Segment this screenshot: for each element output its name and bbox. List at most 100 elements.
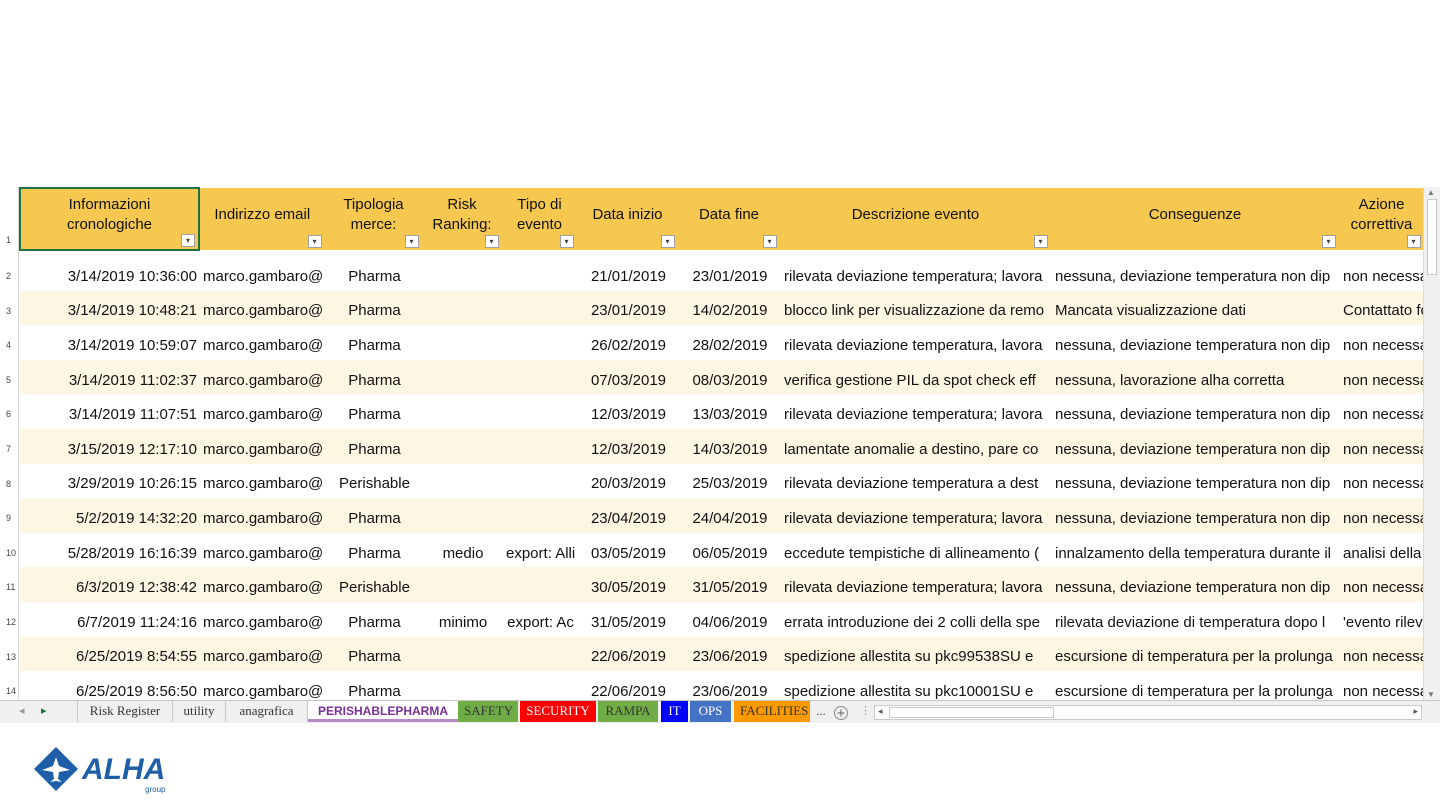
filter-dropdown-icon[interactable]: ▾ <box>181 234 195 247</box>
tab-security[interactable]: SECURITY <box>520 701 596 722</box>
cell-data-inizio[interactable]: 20/03/2019 <box>577 464 678 499</box>
header-cell-cronologiche[interactable]: Informazioni cronologiche ▾ <box>19 187 200 251</box>
cell-descrizione[interactable]: rilevata deviazione temperatura; lavora <box>780 394 1051 429</box>
cell-risk[interactable] <box>422 567 502 602</box>
scroll-right-icon[interactable]: ▸ <box>1413 706 1418 717</box>
cell-tipo-evento[interactable] <box>502 256 577 291</box>
row-number[interactable]: 5 <box>0 375 19 385</box>
cell-conseguenze[interactable]: innalzamento della temperatura durante i… <box>1051 533 1339 568</box>
cell-conseguenze[interactable]: Mancata visualizzazione dati <box>1051 290 1339 326</box>
cell-azione[interactable]: analisi della <box>1339 533 1424 568</box>
filter-dropdown-icon[interactable]: ▾ <box>660 235 675 248</box>
cell-azione[interactable]: Contattato fo <box>1339 290 1424 326</box>
header-cell-data-inizio[interactable]: Data inizio ▾ <box>577 188 679 250</box>
filter-dropdown-icon[interactable]: ▾ <box>307 235 322 248</box>
cell-timestamp[interactable]: 3/14/2019 10:59:07 <box>20 325 199 360</box>
cell-data-fine[interactable]: 24/04/2019 <box>678 498 780 533</box>
cell-descrizione[interactable]: spedizione allestita su pkc10001SU e <box>780 671 1051 700</box>
cell-data-inizio[interactable]: 12/03/2019 <box>577 394 678 429</box>
header-cell-tipologia[interactable]: Tipologia merce: ▾ <box>325 188 423 250</box>
cell-timestamp[interactable]: 3/14/2019 10:48:21 <box>20 290 199 326</box>
horizontal-scrollbar[interactable]: ◂ ▸ <box>874 705 1422 720</box>
cell-azione[interactable]: non necessa <box>1339 671 1424 700</box>
cell-descrizione[interactable]: verifica gestione PIL da spot check eff <box>780 359 1051 395</box>
tab-prev-icon[interactable]: ◂ <box>19 704 25 717</box>
cell-conseguenze[interactable]: escursione di temperatura per la prolung… <box>1051 636 1339 672</box>
cell-azione[interactable]: non necessa <box>1339 636 1424 672</box>
cell-risk[interactable]: minimo <box>422 602 502 637</box>
tab-safety[interactable]: SAFETY <box>458 701 518 722</box>
tab-more[interactable]: ... <box>810 701 832 722</box>
cell-tipo-evento[interactable] <box>502 464 577 499</box>
tab-next-icon[interactable]: ▸ <box>41 704 47 717</box>
cell-azione[interactable]: 'evento rileva <box>1339 602 1424 637</box>
row-number[interactable]: 2 <box>0 271 19 281</box>
cell-tipo-evento[interactable] <box>502 290 577 326</box>
cell-tipologia[interactable]: Pharma <box>325 533 422 568</box>
cell-data-inizio[interactable]: 30/05/2019 <box>577 567 678 602</box>
scroll-left-icon[interactable]: ◂ <box>878 706 883 717</box>
cell-tipologia[interactable]: Pharma <box>325 290 422 326</box>
cell-tipologia[interactable]: Perishable <box>325 567 422 602</box>
cell-data-fine[interactable]: 23/06/2019 <box>678 671 780 700</box>
cell-email[interactable]: marco.gambaro@ <box>199 359 325 395</box>
cell-azione[interactable]: non necessa <box>1339 498 1424 533</box>
tab-perishablepharma[interactable]: PERISHABLEPHARMA <box>308 701 458 722</box>
scroll-down-icon[interactable]: ▼ <box>1427 690 1435 699</box>
cell-data-inizio[interactable]: 22/06/2019 <box>577 636 678 672</box>
cell-conseguenze[interactable]: nessuna, deviazione temperatura non dip <box>1051 325 1339 360</box>
cell-timestamp[interactable]: 3/29/2019 10:26:15 <box>20 464 199 499</box>
cell-data-inizio[interactable]: 07/03/2019 <box>577 359 678 395</box>
cell-email[interactable]: marco.gambaro@ <box>199 256 325 291</box>
cell-risk[interactable] <box>422 394 502 429</box>
cell-conseguenze[interactable]: nessuna, deviazione temperatura non dip <box>1051 498 1339 533</box>
cell-timestamp[interactable]: 3/14/2019 11:07:51 <box>20 394 199 429</box>
splitter-handle-icon[interactable]: ⋮ <box>860 704 871 717</box>
cell-email[interactable]: marco.gambaro@ <box>199 671 325 700</box>
filter-dropdown-icon[interactable]: ▾ <box>404 235 419 248</box>
cell-tipologia[interactable]: Pharma <box>325 394 422 429</box>
cell-conseguenze[interactable]: rilevata deviazione di temperatura dopo … <box>1051 602 1339 637</box>
cell-descrizione[interactable]: rilevata deviazione temperatura; lavora <box>780 256 1051 291</box>
header-cell-data-fine[interactable]: Data fine ▾ <box>678 188 781 250</box>
cell-risk[interactable] <box>422 256 502 291</box>
cell-descrizione[interactable]: errata introduzione dei 2 colli della sp… <box>780 602 1051 637</box>
cell-data-fine[interactable]: 14/03/2019 <box>678 428 780 464</box>
cell-data-fine[interactable]: 14/02/2019 <box>678 290 780 326</box>
row-number[interactable]: 12 <box>0 617 19 627</box>
tab-risk-register[interactable]: Risk Register <box>77 701 173 722</box>
cell-descrizione[interactable]: blocco link per visualizzazione da remo <box>780 290 1051 326</box>
cell-azione[interactable]: non necessa <box>1339 464 1424 499</box>
header-cell-azione[interactable]: Azione correttiva ▾ <box>1339 188 1425 250</box>
cell-tipo-evento[interactable] <box>502 325 577 360</box>
filter-dropdown-icon[interactable]: ▾ <box>484 235 499 248</box>
row-number[interactable]: 1 <box>0 235 19 245</box>
cell-descrizione[interactable]: lamentate anomalie a destino, pare co <box>780 428 1051 464</box>
cell-email[interactable]: marco.gambaro@ <box>199 636 325 672</box>
cell-data-fine[interactable]: 25/03/2019 <box>678 464 780 499</box>
vertical-scrollbar[interactable]: ▲ ▼ <box>1423 187 1440 700</box>
cell-conseguenze[interactable]: nessuna, deviazione temperatura non dip <box>1051 428 1339 464</box>
cell-conseguenze[interactable]: nessuna, deviazione temperatura non dip <box>1051 394 1339 429</box>
cell-timestamp[interactable]: 6/25/2019 8:54:55 <box>20 636 199 672</box>
cell-azione[interactable]: non necessa <box>1339 256 1424 291</box>
header-cell-conseguenze[interactable]: Conseguenze ▾ <box>1051 188 1340 250</box>
cell-data-fine[interactable]: 31/05/2019 <box>678 567 780 602</box>
cell-tipologia[interactable]: Pharma <box>325 498 422 533</box>
cell-timestamp[interactable]: 6/3/2019 12:38:42 <box>20 567 199 602</box>
tab-it[interactable]: IT <box>661 701 688 722</box>
cell-tipo-evento[interactable] <box>502 428 577 464</box>
cell-tipo-evento[interactable] <box>502 567 577 602</box>
cell-descrizione[interactable]: rilevata deviazione temperatura; lavora <box>780 498 1051 533</box>
cell-descrizione[interactable]: eccedute tempistiche di allineamento ( <box>780 533 1051 568</box>
row-number[interactable]: 11 <box>0 582 19 592</box>
cell-tipo-evento[interactable]: export: Ac <box>502 602 577 637</box>
cell-data-inizio[interactable]: 22/06/2019 <box>577 671 678 700</box>
row-number[interactable]: 9 <box>0 513 19 523</box>
cell-data-fine[interactable]: 23/01/2019 <box>678 256 780 291</box>
filter-dropdown-icon[interactable]: ▾ <box>559 235 574 248</box>
cell-data-inizio[interactable]: 12/03/2019 <box>577 428 678 464</box>
row-number[interactable]: 10 <box>0 548 19 558</box>
cell-data-fine[interactable]: 04/06/2019 <box>678 602 780 637</box>
cell-descrizione[interactable]: rilevata deviazione temperatura, lavora <box>780 325 1051 360</box>
